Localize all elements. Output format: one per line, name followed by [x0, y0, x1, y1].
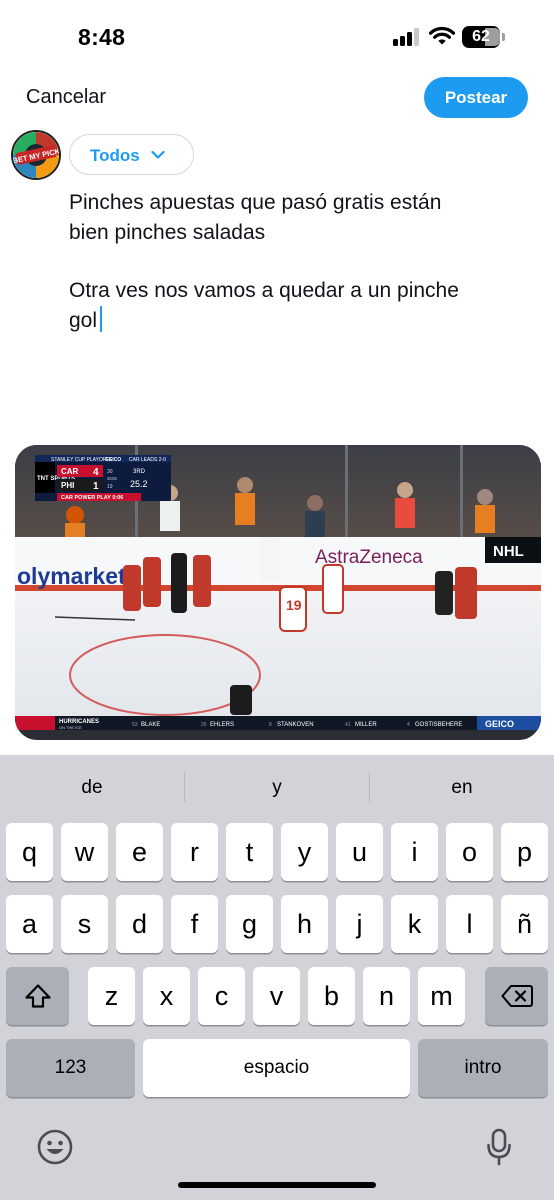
ticker-player-number: 53 — [132, 722, 138, 728]
shift-icon — [24, 984, 51, 1008]
post-text-input[interactable]: Pinches apuestas que pasó gratis están b… — [69, 188, 539, 336]
mic-icon[interactable] — [486, 1128, 512, 1166]
team-sog: 30 — [107, 469, 113, 475]
battery-icon: 62 — [462, 26, 506, 48]
key-k[interactable]: k — [391, 895, 438, 953]
ticker-player-number: 4 — [407, 722, 410, 728]
return-key[interactable]: intro — [418, 1039, 548, 1097]
key-w[interactable]: w — [61, 823, 108, 881]
sog-label: SOG — [107, 476, 118, 481]
key-h[interactable]: h — [281, 895, 328, 953]
hockey-video-frame: olymarket AstraZeneca NHL 19 STANLEY CUP… — [15, 445, 541, 730]
ticker-player-number: 41 — [345, 722, 351, 728]
power-play-banner: CAR POWER PLAY 0:06 — [61, 495, 123, 501]
team-abbr: CAR — [61, 467, 79, 476]
key-n[interactable]: n — [363, 967, 410, 1025]
key-f[interactable]: f — [171, 895, 218, 953]
post-text-line: Pinches apuestas que pasó gratis están — [69, 191, 442, 214]
ticker-player-name: STANKOVEN — [277, 722, 314, 728]
key-enye[interactable]: ñ — [501, 895, 548, 953]
audience-label: Todos — [90, 146, 140, 165]
post-text-line: gol — [69, 309, 98, 332]
key-r[interactable]: r — [171, 823, 218, 881]
cancel-button[interactable]: Cancelar — [26, 86, 106, 109]
key-i[interactable]: i — [391, 823, 438, 881]
emoji-icon[interactable] — [37, 1129, 73, 1165]
board-nhl-logo: NHL — [493, 543, 524, 560]
chevron-down-icon — [151, 150, 165, 159]
post-text-line: Otra ves nos vamos a quedar a un pinche — [69, 279, 459, 302]
team-abbr: PHI — [61, 481, 74, 490]
series-status: CAR LEADS 2-0 — [129, 457, 166, 463]
delete-icon — [501, 985, 533, 1007]
game-period: 3RD — [133, 469, 146, 475]
key-a[interactable]: a — [6, 895, 53, 953]
ticker-player-name: EHLERS — [210, 722, 234, 728]
ticker-sponsor: GEICO — [485, 719, 514, 729]
suggestion-item[interactable]: de — [0, 777, 184, 799]
media-attachment[interactable]: olymarket AstraZeneca NHL 19 STANLEY CUP… — [15, 445, 541, 740]
team-score: 1 — [93, 481, 99, 492]
series-header: STANLEY CUP PLAYOFFS — [51, 457, 113, 463]
key-x[interactable]: x — [143, 967, 190, 1025]
key-d[interactable]: d — [116, 895, 163, 953]
ticker-player-number: 8 — [269, 722, 272, 728]
key-m[interactable]: m — [418, 967, 465, 1025]
ticker-player-name: BLAKE — [141, 722, 160, 728]
key-t[interactable]: t — [226, 823, 273, 881]
key-p[interactable]: p — [501, 823, 548, 881]
game-clock: 25.2 — [130, 479, 148, 489]
delete-key[interactable] — [485, 967, 548, 1025]
key-z[interactable]: z — [88, 967, 135, 1025]
post-button[interactable]: Postear — [424, 77, 528, 118]
audience-selector[interactable]: Todos — [69, 134, 194, 175]
status-time: 8:48 — [78, 24, 126, 50]
ticker-player-name: MILLER — [355, 722, 377, 728]
lineup-ticker: HURRICANES ON THE ICE 53 BLAKE 26 EHLERS… — [15, 716, 541, 730]
key-c[interactable]: c — [198, 967, 245, 1025]
scorebug: STANLEY CUP PLAYOFFS GEICO CAR LEADS 2-0… — [35, 455, 171, 501]
key-v[interactable]: v — [253, 967, 300, 1025]
board-ad-left: olymarket — [17, 563, 126, 589]
ticker-sub: ON THE ICE — [59, 725, 82, 730]
space-key[interactable]: espacio — [143, 1039, 410, 1097]
team-score: 4 — [93, 467, 99, 478]
ticker-player-number: 26 — [201, 722, 207, 728]
ticker-player-name: GOSTISBEHERE — [415, 722, 462, 728]
status-bar: 8:48 62 — [0, 0, 554, 74]
key-o[interactable]: o — [446, 823, 493, 881]
signal-icon — [393, 28, 423, 46]
wifi-icon — [429, 26, 455, 45]
key-y[interactable]: y — [281, 823, 328, 881]
shift-key[interactable] — [6, 967, 69, 1025]
suggestion-item[interactable]: en — [370, 777, 554, 799]
key-e[interactable]: e — [116, 823, 163, 881]
key-b[interactable]: b — [308, 967, 355, 1025]
battery-level: 62 — [472, 28, 490, 45]
key-g[interactable]: g — [226, 895, 273, 953]
key-s[interactable]: s — [61, 895, 108, 953]
geico-header: GEICO — [105, 457, 121, 463]
text-cursor — [100, 306, 103, 332]
avatar[interactable]: BET MY PICK — [11, 130, 61, 180]
numbers-key[interactable]: 123 — [6, 1039, 135, 1097]
key-l[interactable]: l — [446, 895, 493, 953]
key-u[interactable]: u — [336, 823, 383, 881]
post-text-line: bien pinches saladas — [69, 221, 266, 244]
key-q[interactable]: q — [6, 823, 53, 881]
team-sog: 19 — [107, 484, 113, 490]
keyboard: de y en q w e r t y u i o p a s d f g h … — [0, 755, 554, 1200]
suggestion-item[interactable]: y — [185, 777, 369, 799]
home-indicator — [178, 1182, 376, 1188]
player-number: 19 — [286, 597, 302, 613]
key-j[interactable]: j — [336, 895, 383, 953]
